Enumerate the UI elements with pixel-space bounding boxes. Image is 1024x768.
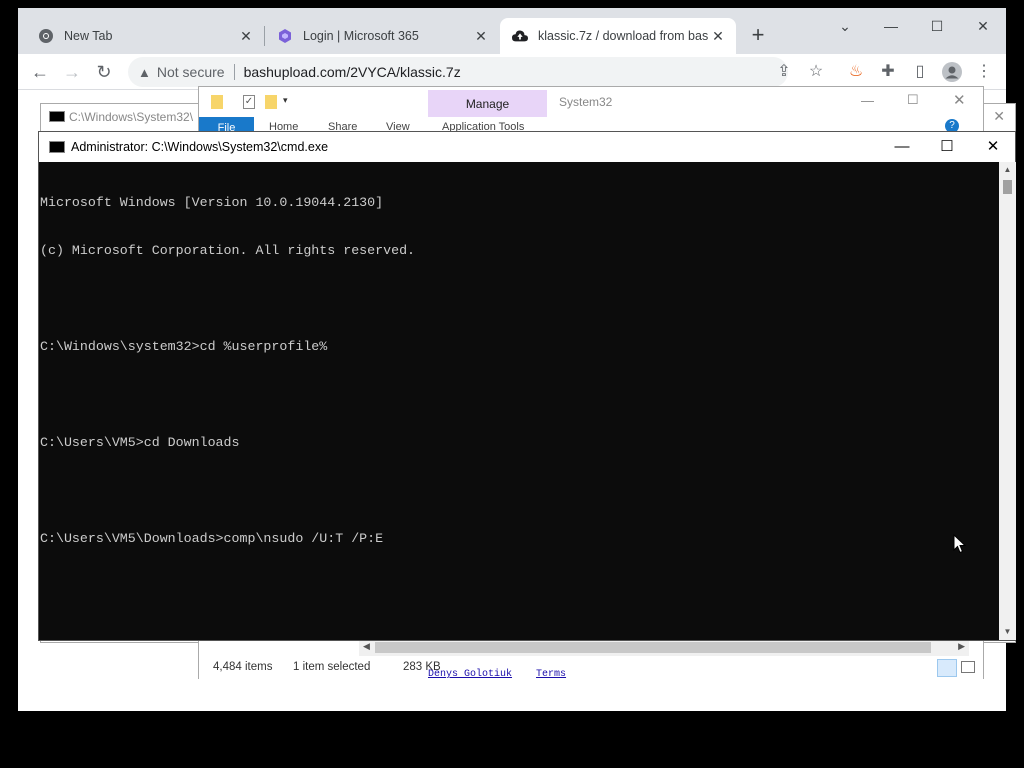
new-tab-button[interactable]: + — [746, 24, 770, 48]
maximize-button[interactable]: ☐ — [922, 16, 952, 36]
scroll-down-icon[interactable]: ▼ — [999, 624, 1016, 640]
cmd-window[interactable]: Administrator: C:\Windows\System32\cmd.e… — [38, 131, 1016, 641]
close-window-button[interactable]: ✕ — [968, 16, 998, 36]
share-icon[interactable]: ⇪ — [774, 62, 794, 82]
scrollbar-thumb[interactable] — [375, 642, 931, 653]
microsoft-365-icon — [277, 28, 293, 44]
console-output[interactable]: Microsoft Windows [Version 10.0.19044.21… — [39, 162, 999, 640]
properties-check-icon[interactable]: ✓ — [243, 95, 255, 109]
tab-title: Login | Microsoft 365 — [303, 29, 419, 43]
close-button[interactable]: ✕ — [978, 137, 1008, 157]
cmd-icon — [49, 111, 65, 122]
minimize-button[interactable]: — — [887, 137, 917, 157]
scroll-right-icon[interactable]: ▶ — [958, 641, 965, 652]
scroll-left-icon[interactable]: ◀ — [363, 641, 370, 652]
minimize-button[interactable]: — — [876, 16, 906, 36]
close-tab-icon[interactable]: ✕ — [473, 28, 489, 44]
mouse-cursor-icon — [953, 533, 967, 554]
console-line: C:\Users\VM5>cd Downloads — [40, 435, 240, 450]
cloud-upload-icon — [512, 28, 528, 44]
close-tab-icon[interactable]: ✕ — [710, 28, 726, 44]
close-button[interactable]: ✕ — [953, 91, 966, 109]
tab-title: New Tab — [64, 29, 113, 43]
tab-title: klassic.7z / download from bash — [538, 29, 708, 43]
tab-microsoft-365[interactable]: Login | Microsoft 365 ✕ — [265, 18, 499, 54]
new-folder-icon[interactable] — [265, 95, 277, 109]
minimize-button[interactable]: — — [861, 93, 874, 108]
item-count: 4,484 items — [213, 661, 273, 673]
selection-count: 1 item selected — [293, 661, 371, 673]
extensions-puzzle-icon[interactable]: ✚ — [878, 62, 898, 82]
folder-icon — [211, 95, 223, 109]
maximize-button[interactable]: ☐ — [907, 92, 919, 108]
maximize-button[interactable]: ☐ — [932, 137, 962, 157]
console-line: Microsoft Windows [Version 10.0.19044.21… — [40, 195, 384, 210]
console-input-line[interactable]: C:\Users\VM5\Downloads>comp\nsudo /U:T /… — [40, 531, 999, 547]
profile-avatar-icon[interactable] — [942, 62, 962, 82]
explorer-title: System32 — [559, 95, 613, 109]
tab-klassic-download[interactable]: klassic.7z / download from bash ✕ — [500, 18, 736, 54]
tab-search-icon[interactable]: ⌄ — [830, 16, 860, 36]
back-icon[interactable]: ← — [28, 60, 52, 84]
reload-icon[interactable]: ↻ — [92, 60, 116, 84]
forward-icon[interactable]: → — [60, 60, 84, 84]
footer-link-author[interactable]: Denys Golotiuk — [428, 669, 512, 680]
cmd-title: Administrator: C:\Windows\System32\cmd.e… — [71, 140, 329, 154]
address-bar[interactable]: ▲ Not secure bashupload.com/2VYCA/klassi… — [128, 57, 788, 87]
menu-kebab-icon[interactable]: ⋮ — [974, 62, 994, 82]
vertical-scrollbar[interactable]: ▲ ▼ — [999, 162, 1016, 640]
tab-new-tab[interactable]: New Tab ✕ — [26, 18, 264, 54]
console-line: (c) Microsoft Corporation. All rights re… — [40, 243, 416, 258]
side-panel-icon[interactable]: ▯ — [910, 62, 930, 82]
details-view-icon[interactable] — [937, 659, 957, 677]
close-icon[interactable]: ✕ — [993, 108, 1005, 125]
scroll-up-icon[interactable]: ▲ — [999, 162, 1016, 178]
console-line: C:\Windows\system32>cd %userprofile% — [40, 339, 328, 354]
large-icons-view-icon[interactable] — [961, 661, 975, 673]
page-footer: Denys Golotiuk Terms — [428, 669, 584, 680]
status-bar: 4,484 items 1 item selected 283 KB — [199, 657, 983, 679]
background-cmd-title: C:\Windows\System32\ — [69, 110, 194, 124]
scrollbar-thumb[interactable] — [1003, 180, 1012, 194]
close-tab-icon[interactable]: ✕ — [238, 28, 254, 44]
bookmark-star-icon[interactable]: ☆ — [806, 62, 826, 82]
security-label: Not secure — [156, 64, 225, 80]
footer-link-terms[interactable]: Terms — [536, 669, 566, 680]
horizontal-scrollbar[interactable]: ◀ ▶ — [359, 639, 969, 656]
cmd-icon — [49, 141, 65, 153]
explorer-titlebar: ✓ ▾ Manage System32 — ☐ ✕ — [199, 87, 983, 117]
warning-icon[interactable]: ▲ — [138, 65, 151, 80]
chrome-icon — [38, 28, 54, 44]
extension-flame-icon[interactable]: ♨ — [846, 62, 866, 82]
quick-access-dropdown-icon[interactable]: ▾ — [283, 95, 288, 106]
url-text: bashupload.com/2VYCA/klassic.7z — [243, 64, 461, 80]
browser-toolbar: ← → ↻ ▲ Not secure bashupload.com/2VYCA/… — [18, 54, 1006, 90]
omnibox-separator — [233, 64, 235, 80]
cmd-titlebar[interactable]: Administrator: C:\Windows\System32\cmd.e… — [39, 132, 1015, 162]
tab-strip: New Tab ✕ Login | Microsoft 365 ✕ klassi… — [18, 8, 1006, 54]
manage-tab[interactable]: Manage — [428, 90, 547, 117]
